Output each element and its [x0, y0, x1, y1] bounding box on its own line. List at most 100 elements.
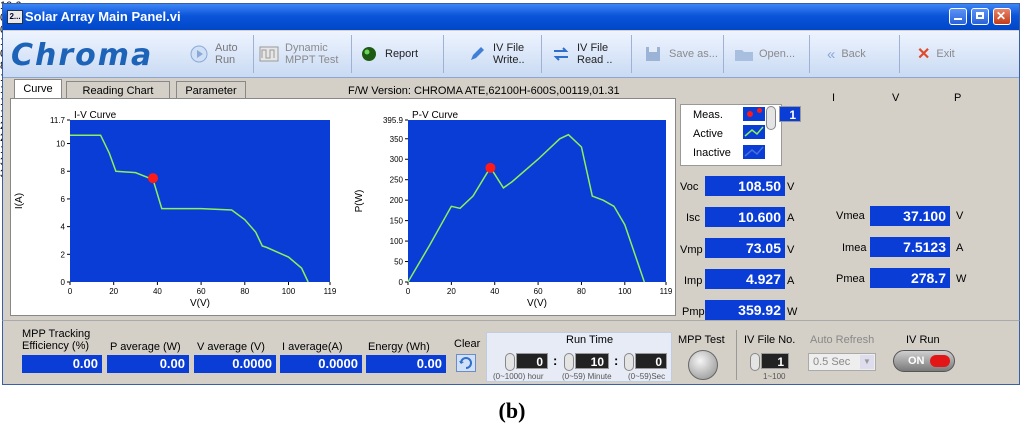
waveform-icon [259, 46, 279, 62]
plot-area [408, 120, 666, 282]
iv-file-write-button[interactable]: IV File Write.. [467, 36, 537, 72]
close-button[interactable]: ✕ [993, 8, 1011, 25]
minute-hint: (0~59) Minute [562, 372, 612, 381]
x-tick-label: 0 [68, 287, 73, 296]
imea-unit: A [956, 242, 964, 254]
app-icon: 2... [7, 10, 23, 24]
hour-hint: (0~1000) hour [493, 372, 544, 381]
back-button[interactable]: « Back [827, 36, 887, 72]
legend-meas-label: Meas. [693, 109, 723, 121]
vmp-value: 73.05 [705, 238, 785, 258]
report-button[interactable]: Report [359, 36, 439, 72]
iv-file-no-value[interactable]: 1 [761, 353, 789, 369]
vmea-unit: V [956, 210, 964, 222]
i-average-value: 0.0000 [280, 355, 362, 373]
maximize-button[interactable] [971, 8, 989, 25]
p-average-label: P average (W) [110, 341, 181, 353]
open-button[interactable]: Open... [733, 36, 803, 72]
energy-label: Energy (Wh) [368, 341, 430, 353]
vmea-value: 37.100 [870, 206, 950, 226]
tab-curve[interactable]: Curve [14, 79, 62, 99]
iv-file-read-button[interactable]: IV File Read .. [551, 36, 627, 72]
record-icon [362, 47, 376, 61]
y-tick-label: 8 [61, 167, 66, 176]
iv-run-indicator [930, 355, 950, 367]
tab-parameter[interactable]: Parameter [176, 81, 246, 99]
second-hint: (0~59)Sec [628, 372, 666, 381]
hour-spinner[interactable] [505, 353, 515, 371]
swap-arrows-icon [553, 47, 569, 61]
y-tick-label: 10 [56, 140, 65, 149]
x-tick-label: 119 [324, 287, 337, 296]
pmea-label: Pmea [836, 273, 865, 285]
iv-run-label: IV Run [906, 334, 940, 346]
auto-refresh-value: 0.5 Sec [813, 356, 851, 368]
exit-label: Exit [936, 48, 955, 60]
pv-curve-chart: P-V Curve 395.9 350 300 250 200 150 100 50 00 20 40… [354, 110, 673, 309]
second-value[interactable]: 0 [635, 353, 667, 369]
i-average-label: I average(A) [282, 341, 343, 353]
minute-value[interactable]: 10 [575, 353, 609, 369]
y-tick-label: 0 [399, 278, 404, 287]
minimize-button[interactable] [949, 8, 967, 25]
imp-unit: A [787, 275, 795, 287]
minute-spinner[interactable] [564, 353, 574, 371]
x-tick-label: 100 [618, 287, 632, 296]
report-label: Report [385, 48, 419, 60]
auto-run-button[interactable]: Auto Run [189, 36, 251, 72]
pmp-value: 359.92 [705, 300, 785, 320]
dynamic-mppt-button[interactable]: Dynamic MPPT Test [259, 36, 347, 72]
legend-active-label: Active [693, 128, 723, 140]
x-tick-label: 40 [490, 287, 499, 296]
iv-run-toggle[interactable]: ON [893, 350, 955, 372]
x-tick-label: 0 [406, 287, 411, 296]
auto-refresh-select[interactable]: 0.5 Sec ▼ [808, 353, 876, 371]
energy-value: 0.00 [366, 355, 446, 373]
legend-inactive-label: Inactive [693, 147, 731, 159]
double-chevron-left-icon: « [827, 45, 836, 63]
y-tick-label: 4 [61, 223, 66, 232]
x-icon: ✕ [917, 46, 931, 63]
save-as-button[interactable]: Save as... [643, 36, 721, 72]
hour-value[interactable]: 0 [516, 353, 548, 369]
v-average-value: 0.0000 [194, 355, 276, 373]
imea-label: Imea [842, 242, 867, 254]
x-tick-label: 60 [197, 287, 206, 296]
iv-file-no-label: IV File No. [744, 334, 796, 346]
imp-value: 4.927 [705, 269, 785, 289]
iv-file-no-spinner[interactable] [750, 353, 760, 371]
exit-button[interactable]: ✕ Exit [917, 36, 977, 72]
pmea-value: 278.7 [870, 268, 950, 288]
chart-title: P-V Curve [412, 110, 459, 121]
legend-inactive-swatch [743, 145, 765, 159]
imp-label: Imp [684, 275, 703, 287]
isc-label: Isc [686, 212, 701, 224]
second-spinner[interactable] [624, 353, 634, 371]
mppt-test-knob[interactable] [688, 350, 718, 380]
tab-reading-chart[interactable]: Reading Chart [66, 81, 170, 99]
p-average-value: 0.00 [107, 355, 189, 373]
plot-area [70, 120, 330, 282]
back-label: Back [841, 48, 866, 60]
clear-button[interactable] [456, 354, 476, 372]
toolbar: Chroma Auto Run Dynamic MPPT Test Report… [3, 31, 1019, 78]
vmp-label: Vmp [680, 244, 703, 256]
mppt-test-label: MPP Test [678, 334, 725, 346]
chevron-down-icon: ▼ [860, 355, 874, 369]
legend-meas-swatch [743, 107, 765, 121]
x-tick-label: 60 [534, 287, 543, 296]
clear-label: Clear [454, 338, 481, 350]
chroma-logo: Chroma [11, 38, 154, 73]
run-time-label: Run Time [566, 334, 614, 346]
x-tick-label: 119 [660, 287, 673, 296]
pencil-icon [471, 47, 484, 60]
isc-value: 10.600 [705, 207, 785, 227]
table-header-i: I [832, 92, 836, 104]
figure-caption: (b) [498, 398, 526, 423]
legend-index-spinner[interactable] [766, 106, 776, 130]
iv-file-no-hint: 1~100 [763, 372, 786, 381]
refresh-icon [459, 357, 472, 369]
window-title: Solar Array Main Panel.vi [25, 9, 181, 24]
x-tick-label: 80 [240, 287, 249, 296]
x-axis-label: V(V) [190, 298, 210, 309]
